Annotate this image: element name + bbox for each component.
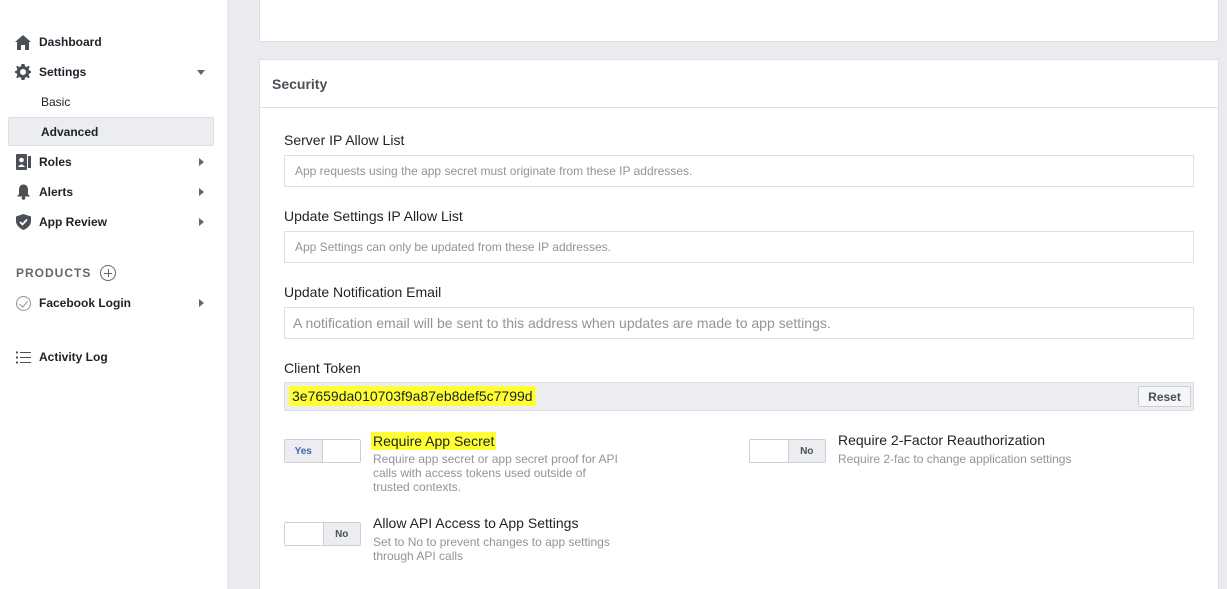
require-2fa-desc: Require 2-fac to change application sett…	[838, 452, 1072, 466]
toggle-blank	[285, 523, 323, 545]
sidebar-subitem-label: Basic	[41, 94, 71, 109]
sidebar-item-alerts[interactable]: Alerts	[0, 179, 227, 205]
sidebar-subitem-basic[interactable]: Basic	[8, 87, 214, 116]
home-icon	[15, 34, 31, 50]
products-label: PRODUCTS	[16, 266, 92, 280]
sidebar-item-facebook-login[interactable]: Facebook Login	[0, 290, 227, 316]
sidebar-item-label: Dashboard	[39, 35, 102, 49]
settings-ip-label: Update Settings IP Allow List	[284, 208, 463, 224]
notification-email-placeholder: A notification email will be sent to thi…	[293, 315, 831, 331]
reset-token-button[interactable]: Reset	[1138, 386, 1191, 407]
previous-panel	[259, 0, 1219, 42]
toggle-blank	[750, 440, 788, 462]
add-product-icon[interactable]	[100, 265, 117, 281]
sidebar-item-label: Facebook Login	[39, 296, 132, 310]
bell-icon	[15, 184, 31, 200]
chevron-right-icon	[197, 217, 205, 227]
toggle-yes-label: Yes	[285, 440, 323, 462]
chevron-right-icon	[197, 157, 205, 167]
require-app-secret-toggle[interactable]: Yes	[284, 439, 361, 463]
server-ip-placeholder: App requests using the app secret must o…	[295, 164, 693, 178]
chevron-right-icon	[197, 187, 205, 197]
toggle-blank	[322, 440, 360, 462]
require-2fa-toggle[interactable]: No	[749, 439, 826, 463]
allow-api-access-toggle[interactable]: No	[284, 522, 361, 546]
sidebar-item-activity-log[interactable]: Activity Log	[0, 344, 227, 370]
check-circle-icon	[15, 295, 31, 311]
server-ip-input[interactable]: App requests using the app secret must o…	[284, 155, 1194, 187]
sidebar: Dashboard Settings Basic Advanced Roles …	[0, 0, 227, 589]
notification-email-input[interactable]: A notification email will be sent to thi…	[284, 307, 1194, 339]
toggle-no-label: No	[322, 523, 360, 545]
sidebar-item-label: Alerts	[39, 185, 74, 199]
products-header: PRODUCTS	[16, 264, 117, 282]
client-token-value[interactable]: 3e7659da010703f9a87eb8def5c7799d	[289, 386, 536, 406]
sidebar-item-dashboard[interactable]: Dashboard	[0, 29, 227, 55]
client-token-label: Client Token	[284, 360, 361, 376]
sidebar-subitem-advanced[interactable]: Advanced	[8, 117, 214, 146]
require-2fa-title: Require 2-Factor Reauthorization	[838, 432, 1045, 448]
sidebar-item-app-review[interactable]: App Review	[0, 209, 227, 235]
sidebar-item-label: App Review	[39, 215, 108, 229]
allow-api-access-title: Allow API Access to App Settings	[373, 515, 579, 531]
shield-icon	[15, 214, 31, 230]
security-header: Security	[260, 60, 1218, 108]
sidebar-item-settings[interactable]: Settings	[0, 59, 227, 85]
settings-ip-input[interactable]: App Settings can only be updated from th…	[284, 231, 1194, 263]
chevron-down-icon	[197, 67, 205, 77]
require-app-secret-title: Require App Secret	[371, 432, 497, 450]
sidebar-item-label: Roles	[39, 155, 72, 169]
notification-email-label: Update Notification Email	[284, 284, 442, 300]
require-app-secret-desc: Require app secret or app secret proof f…	[373, 452, 618, 494]
toggle-no-label: No	[787, 440, 825, 462]
chevron-right-icon	[197, 298, 205, 308]
sidebar-subitem-label: Advanced	[41, 124, 99, 139]
sidebar-item-label: Settings	[39, 65, 87, 79]
roles-icon	[15, 154, 31, 170]
sidebar-item-roles[interactable]: Roles	[0, 149, 227, 175]
settings-ip-placeholder: App Settings can only be updated from th…	[295, 240, 611, 254]
gear-icon	[15, 64, 31, 80]
list-icon	[15, 349, 31, 365]
allow-api-access-desc: Set to No to prevent changes to app sett…	[373, 535, 610, 563]
server-ip-label: Server IP Allow List	[284, 132, 405, 148]
sidebar-item-label: Activity Log	[39, 350, 108, 364]
